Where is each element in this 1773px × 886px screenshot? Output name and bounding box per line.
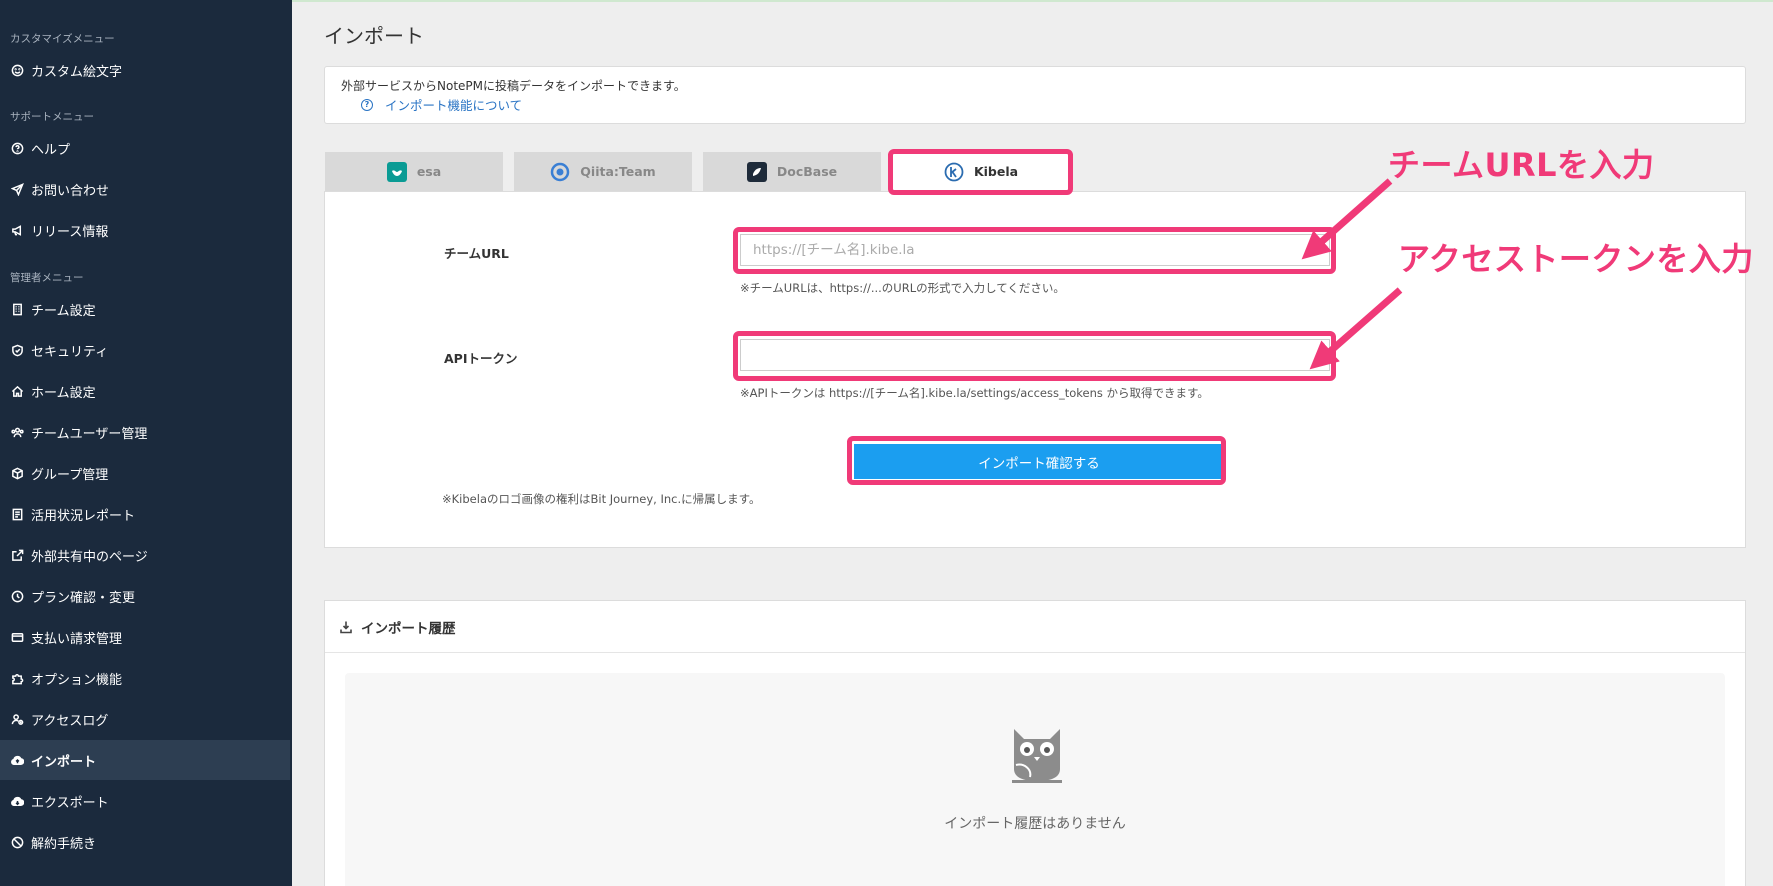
sidebar-item-export[interactable]: エクスポート — [0, 781, 290, 821]
sidebar-item-home-settings[interactable]: ホーム設定 — [0, 371, 290, 411]
import-help-link-label: インポート機能について — [385, 98, 523, 113]
import-confirm-button[interactable]: インポート確認する — [854, 444, 1224, 479]
sidebar-item-label: ヘルプ — [31, 142, 71, 158]
shield-icon — [10, 343, 24, 357]
tab-label: DocBase — [776, 164, 838, 179]
ban-icon — [10, 835, 24, 849]
building-icon — [10, 302, 24, 316]
tab-docbase[interactable]: DocBase — [703, 152, 881, 191]
api-token-help: ※APIトークンは https://[チーム名].kibe.la/setting… — [740, 386, 1209, 400]
sidebar-section-customize: カスタマイズメニュー — [10, 33, 115, 45]
sidebar-item-label: 解約手続き — [31, 836, 97, 852]
sidebar-item-label: オプション機能 — [31, 672, 123, 688]
download-icon — [340, 621, 352, 633]
owl-mascot-icon — [1012, 729, 1062, 783]
team-url-input[interactable] — [740, 234, 1330, 266]
info-box: 外部サービスからNotePMに投稿データをインポートできます。 ? インポート機… — [324, 66, 1746, 124]
sidebar-item-label: お問い合わせ — [31, 183, 110, 199]
kibela-logo-icon — [944, 162, 964, 182]
docbase-logo-icon — [746, 161, 767, 182]
empty-history-text: インポート履歴はありません — [944, 816, 1126, 832]
sidebar-item-contact[interactable]: お問い合わせ — [0, 169, 290, 209]
credit-card-icon — [10, 630, 24, 644]
import-history-title: インポート履歴 — [361, 620, 456, 637]
sidebar-item-label: グループ管理 — [31, 467, 109, 483]
sidebar-item-label: アクセスログ — [31, 713, 109, 729]
sidebar-section-support: サポートメニュー — [10, 111, 94, 123]
info-text: 外部サービスからNotePMに投稿データをインポートできます。 — [341, 79, 686, 93]
import-history-empty: インポート履歴はありません — [345, 673, 1725, 886]
sidebar-item-usage-report[interactable]: 活用状況レポート — [0, 494, 290, 534]
sidebar-item-team-settings[interactable]: チーム設定 — [0, 289, 290, 329]
annotation-access-token: アクセストークンを入力 — [1398, 240, 1754, 278]
sidebar-item-groups[interactable]: グループ管理 — [0, 453, 290, 493]
sidebar-item-release-info[interactable]: リリース情報 — [0, 210, 290, 250]
sidebar-item-security[interactable]: セキュリティ — [0, 330, 290, 370]
import-history-header: インポート履歴 — [325, 601, 1745, 653]
sidebar-item-label: エクスポート — [31, 795, 109, 811]
report-icon — [10, 507, 24, 521]
tab-label: esa — [416, 164, 442, 179]
sidebar-item-label: 活用状況レポート — [31, 508, 136, 524]
sidebar-item-options[interactable]: オプション機能 — [0, 658, 290, 698]
sidebar-item-help[interactable]: ヘルプ — [0, 128, 290, 168]
help-circle-icon: ? — [361, 98, 373, 111]
team-url-help: ※チームURLは、https://...のURLの形式で入力してください。 — [740, 281, 1065, 295]
team-url-label: チームURL — [444, 246, 509, 261]
sidebar-item-plan[interactable]: プラン確認・変更 — [0, 576, 290, 616]
sidebar-item-billing[interactable]: 支払い請求管理 — [0, 617, 290, 657]
plan-icon — [10, 589, 24, 603]
sidebar-item-label: ホーム設定 — [31, 385, 96, 401]
cloud-upload-icon — [10, 753, 24, 767]
puzzle-icon — [10, 671, 24, 685]
smile-icon — [10, 63, 24, 77]
sidebar-item-label: インポート — [31, 754, 97, 770]
cube-icon — [10, 466, 24, 480]
sidebar-item-label: セキュリティ — [31, 344, 109, 360]
sidebar: カスタマイズメニュー カスタム絵文字 サポートメニュー ヘルプ お問い合わせ リ… — [0, 0, 292, 886]
import-history-card: インポート履歴 インポート履歴はありません — [324, 600, 1746, 886]
tab-label: Qiita:Team — [580, 164, 656, 179]
megaphone-icon — [10, 223, 24, 237]
qiita-logo-icon — [550, 162, 570, 182]
tab-esa[interactable]: esa — [325, 152, 503, 191]
page-title: インポート — [324, 24, 424, 48]
sidebar-item-label: プラン確認・変更 — [31, 590, 136, 606]
help-circle-icon — [10, 141, 24, 155]
api-token-input[interactable] — [740, 339, 1330, 371]
sidebar-item-access-log[interactable]: アクセスログ — [0, 699, 290, 739]
sidebar-item-cancel-contract[interactable]: 解約手続き — [0, 822, 290, 862]
sidebar-item-shared-pages[interactable]: 外部共有中のページ — [0, 535, 290, 575]
sidebar-item-label: カスタム絵文字 — [31, 64, 123, 80]
sidebar-item-team-users[interactable]: チームユーザー管理 — [0, 412, 290, 452]
home-icon — [10, 384, 24, 398]
tab-label: Kibela — [973, 164, 1019, 179]
sidebar-item-import[interactable]: インポート — [0, 740, 290, 780]
tab-qiita-team[interactable]: Qiita:Team — [514, 152, 692, 191]
annotation-team-url: チームURLを入力 — [1388, 146, 1655, 184]
esa-logo-icon — [386, 161, 407, 182]
sidebar-item-label: リリース情報 — [31, 224, 109, 240]
sidebar-item-custom-emoji[interactable]: カスタム絵文字 — [0, 50, 290, 90]
import-help-link[interactable]: ? インポート機能について — [361, 95, 522, 114]
send-icon — [10, 182, 24, 196]
user-log-icon — [10, 712, 24, 726]
sidebar-item-label: チーム設定 — [31, 303, 96, 319]
users-icon — [10, 425, 24, 439]
cloud-download-icon — [10, 794, 24, 808]
kibela-logo-footnote: ※Kibelaのロゴ画像の権利はBit Journey, Inc.に帰属します。 — [442, 492, 761, 506]
api-token-label: APIトークン — [444, 351, 518, 366]
tab-kibela[interactable]: Kibela — [892, 152, 1070, 191]
sidebar-section-admin: 管理者メニュー — [10, 272, 84, 284]
sidebar-item-label: 外部共有中のページ — [31, 549, 148, 565]
sidebar-item-label: 支払い請求管理 — [31, 631, 123, 647]
sidebar-item-label: チームユーザー管理 — [31, 426, 148, 442]
external-link-icon — [10, 548, 24, 562]
top-border-line — [292, 0, 1773, 2]
